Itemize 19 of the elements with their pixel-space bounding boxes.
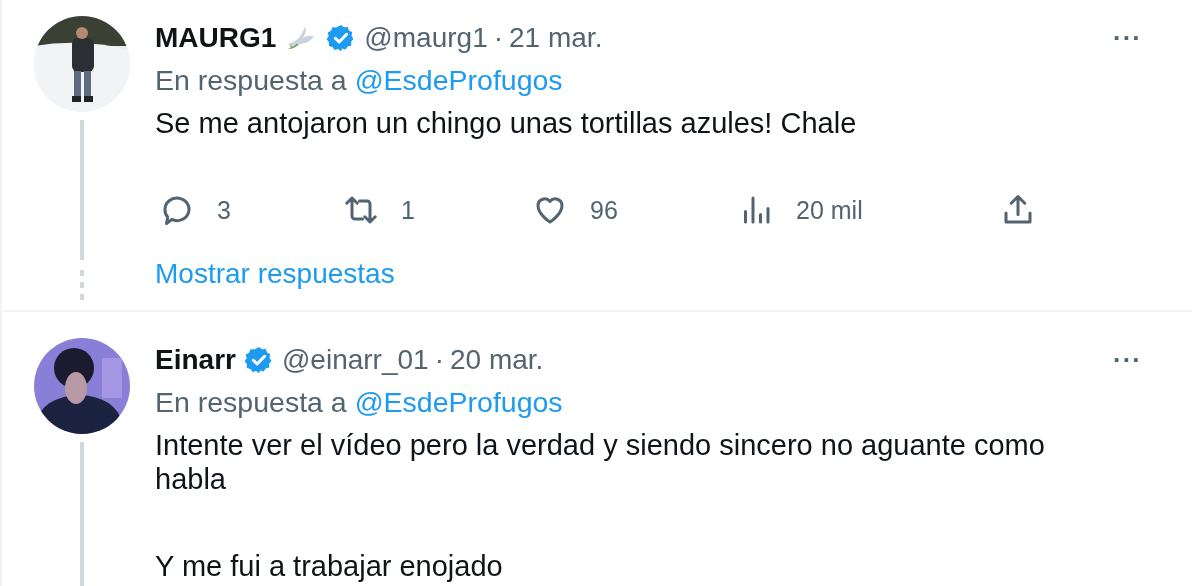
post-date[interactable]: 21 mar. [509, 22, 603, 54]
user-handle[interactable]: @einarr_01 [281, 344, 429, 376]
post-text: Y me fui a trabajar enojado [155, 549, 504, 583]
post-date[interactable]: 20 mar. [450, 344, 544, 376]
post-text: Se me antojaron un chingo unas tortillas azules! Chale [155, 106, 858, 140]
action-count: 3 [217, 195, 231, 225]
reply-context: En respuesta a @EsdeProfugos [155, 63, 564, 98]
more-button[interactable]: ··· [1113, 22, 1142, 54]
reply-context: En respuesta a @EsdeProfugos [155, 385, 564, 420]
separator: · [493, 22, 504, 54]
action-count: 1 [401, 195, 415, 225]
display-name[interactable]: Einarr [155, 344, 236, 376]
action-count: 96 [590, 195, 618, 225]
action-count: 20 mil [796, 195, 863, 225]
more-button[interactable]: ··· [1113, 344, 1142, 376]
post-text: Intente ver el vídeo pero la verdad y siendo sincero no aguante como habla [155, 428, 1046, 496]
user-handle[interactable]: @maurg1 [364, 22, 488, 54]
separator: · [434, 344, 444, 376]
display-name[interactable]: MAURG1 [155, 22, 277, 54]
